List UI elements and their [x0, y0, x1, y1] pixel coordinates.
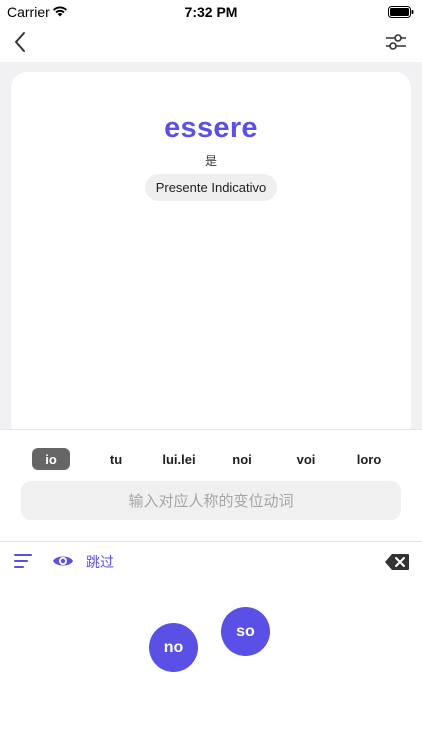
person-io[interactable]: io	[32, 448, 70, 470]
person-noi[interactable]: noi	[222, 448, 262, 470]
battery-icon	[388, 5, 414, 18]
person-loro[interactable]: loro	[349, 448, 389, 470]
verb-card: essere 是 Presente Indicativo	[11, 72, 411, 440]
person-selector: io tu lui.lei noi voi loro	[20, 448, 402, 470]
answer-panel: io tu lui.lei noi voi loro	[0, 429, 422, 541]
menu-lines-icon	[14, 554, 32, 568]
answer-input[interactable]	[21, 481, 401, 520]
chevron-left-icon	[15, 32, 25, 52]
filter-button[interactable]	[382, 28, 410, 56]
letter-bubble[interactable]: so	[221, 607, 270, 656]
sliders-icon	[386, 34, 406, 50]
person-lui-lei[interactable]: lui.lei	[159, 448, 199, 470]
clock: 7:32 PM	[184, 4, 238, 20]
letter-bubble[interactable]: no	[149, 623, 198, 672]
verb-infinitive: essere	[164, 112, 258, 144]
person-voi[interactable]: voi	[286, 448, 326, 470]
reveal-answer-button[interactable]	[52, 553, 74, 571]
back-button[interactable]	[6, 28, 34, 56]
delete-button[interactable]	[384, 553, 410, 571]
status-bar: Carrier 7:32 PM	[0, 0, 422, 22]
eye-icon	[53, 556, 73, 566]
navigation-bar	[0, 22, 422, 62]
keyboard-toolbar: 跳过	[0, 541, 422, 581]
skip-button[interactable]: 跳过	[86, 552, 114, 572]
verb-meaning: 是	[204, 154, 217, 168]
tense-badge[interactable]: Presente Indicativo	[145, 174, 277, 201]
person-tu[interactable]: tu	[96, 448, 136, 470]
menu-button[interactable]	[14, 553, 32, 571]
backspace-icon	[385, 554, 409, 570]
